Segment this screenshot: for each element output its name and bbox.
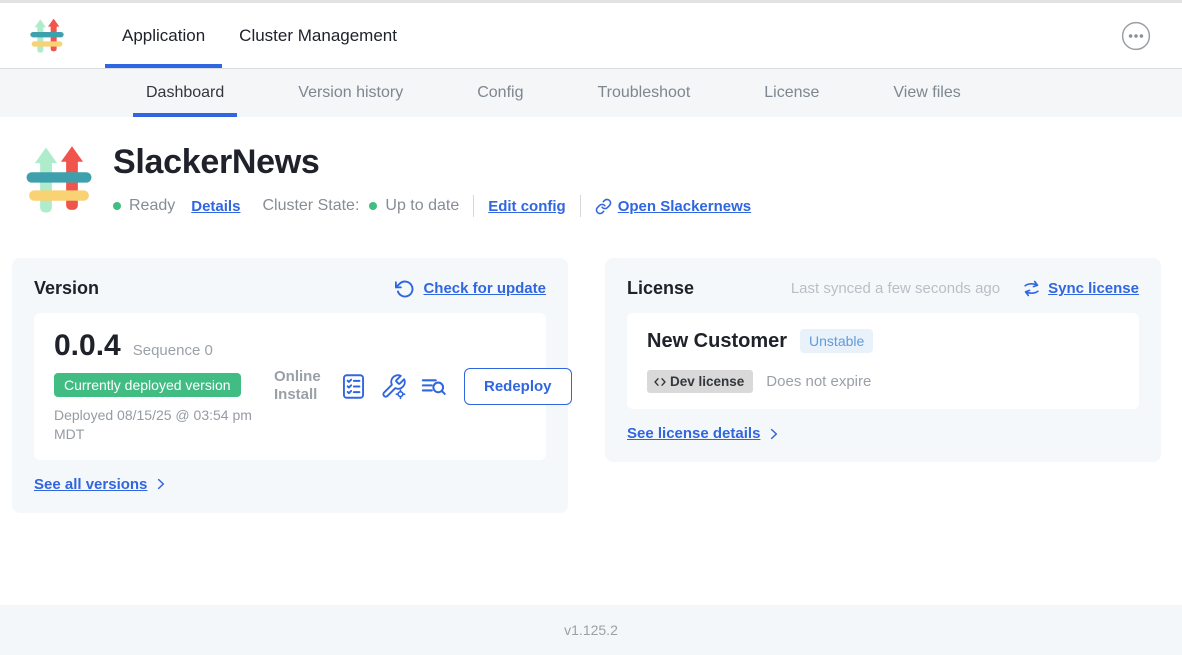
preflight-checks-button[interactable] [340,373,367,400]
redeploy-button[interactable]: Redeploy [464,368,572,405]
app-icon [20,141,98,219]
install-type-label: Online Install [274,368,328,406]
overflow-menu-button[interactable] [1121,21,1151,51]
see-license-details-label: See license details [627,425,760,442]
sync-license-label: Sync license [1048,280,1139,297]
app-status-label: Ready [129,197,175,215]
divider [580,195,581,217]
tab-application[interactable]: Application [105,3,222,68]
see-license-details-link[interactable]: See license details [627,425,781,442]
sequence-label: Sequence 0 [133,342,213,359]
current-version-info: 0.0.4 Sequence 0 Currently deployed vers… [54,329,274,444]
customer-name: New Customer [647,330,787,353]
deploy-logs-button[interactable] [420,373,447,400]
code-icon [653,375,667,389]
refresh-icon [395,279,415,299]
chevron-right-icon [767,427,781,441]
app-logo-icon [27,16,67,56]
open-app-label: Open Slackernews [618,198,751,215]
subnav-item-config[interactable]: Config [464,69,536,117]
current-version-number: 0.0.4 [54,329,121,363]
sync-icon [1022,279,1041,298]
see-all-versions-label: See all versions [34,476,147,493]
tab-cluster-management[interactable]: Cluster Management [222,3,414,68]
subnav-item-version-history[interactable]: Version history [285,69,416,117]
details-link[interactable]: Details [191,198,240,215]
sync-license-link[interactable]: Sync license [1022,279,1139,298]
edit-config-link[interactable]: Edit config [488,198,566,215]
current-version-panel: 0.0.4 Sequence 0 Currently deployed vers… [34,313,546,460]
channel-badge: Unstable [800,329,873,353]
check-for-update-label: Check for update [423,280,546,297]
see-all-versions-link[interactable]: See all versions [34,476,168,493]
license-card-title: License [627,278,694,299]
lines-magnifier-icon [420,373,447,400]
subnav-item-dashboard[interactable]: Dashboard [133,69,237,117]
subnav-item-license[interactable]: License [751,69,832,117]
license-type-label: Dev license [670,374,744,389]
console-footer: v1.125.2 [0,605,1182,655]
subnav-item-troubleshoot[interactable]: Troubleshoot [584,69,703,117]
app-title-block: SlackerNews Ready Details Cluster State:… [20,141,1182,219]
subnav-item-view-files[interactable]: View files [880,69,973,117]
license-type-badge: Dev license [647,370,753,393]
version-card-title: Version [34,278,99,299]
ellipsis-circle-icon [1121,21,1151,51]
app-status-row: Ready Details Cluster State: Up to date … [113,195,751,217]
app-header-bar: Application Cluster Management [0,3,1182,68]
console-version: v1.125.2 [564,622,618,638]
cluster-state-value: Up to date [385,197,459,215]
open-app-link[interactable]: Open Slackernews [595,198,751,215]
cluster-state-dot [369,202,377,210]
check-for-update-link[interactable]: Check for update [395,279,546,299]
license-details-panel: New Customer Unstable Dev license Does n… [627,313,1139,409]
deployed-badge: Currently deployed version [54,373,241,397]
page-title: SlackerNews [113,142,751,182]
chevron-right-icon [154,477,168,491]
config-button[interactable] [380,373,407,400]
app-subnav: Dashboard Version history Config Trouble… [0,68,1182,117]
license-card: License Last synced a few seconds ago Sy… [605,258,1161,462]
last-synced-label: Last synced a few seconds ago [791,280,1000,297]
cluster-state-label: Cluster State: [262,197,359,215]
deployed-timestamp: Deployed 08/15/25 @ 03:54 pm MDT [54,406,274,444]
expiration-label: Does not expire [766,373,871,390]
wrench-gear-icon [380,373,407,400]
version-card: Version Check for update 0.0.4 Sequence … [12,258,568,513]
app-status-dot [113,202,121,210]
checklist-icon [340,373,367,400]
primary-tabs: Application Cluster Management [105,3,414,68]
chain-link-icon [595,198,612,215]
dashboard-cards: Version Check for update 0.0.4 Sequence … [12,258,1161,513]
divider [473,195,474,217]
